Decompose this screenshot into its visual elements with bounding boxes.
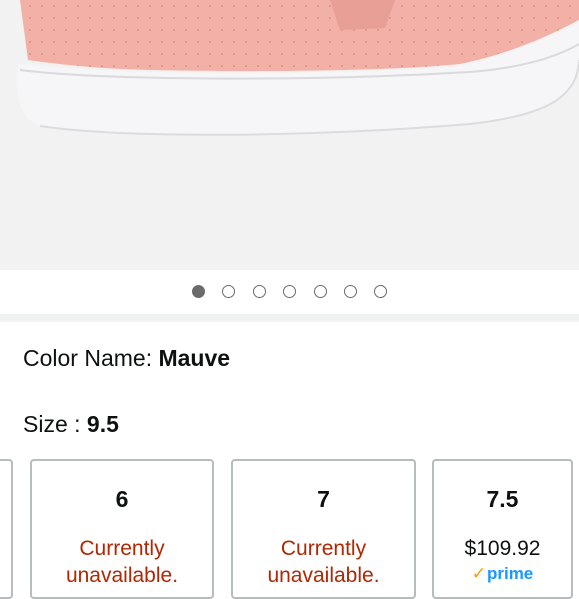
image-carousel-dots [0,270,579,314]
size-option-size: 7.5 [486,486,519,512]
size-value: 9.5 [86,411,119,437]
shoe-illustration [0,0,579,136]
size-option-card[interactable]: 7 Currently unavailable. [231,459,416,599]
carousel-dot-1[interactable] [192,285,205,298]
size-option-price: $109.92 [464,537,541,560]
carousel-dot-5[interactable] [314,285,327,298]
size-label: Size : [23,411,87,437]
carousel-dot-6[interactable] [344,285,357,298]
section-divider [0,314,579,322]
prime-badge: ✓prime [434,562,571,586]
color-name-value: Mauve [158,345,231,371]
carousel-dot-4[interactable] [283,285,296,298]
color-name-row: Color Name: Mauve [23,343,230,373]
size-option-availability: Currently unavailable. [267,537,380,587]
carousel-dot-3[interactable] [253,285,266,298]
size-option-size: 7 [317,486,330,512]
size-option-size: 6 [115,486,129,512]
product-image[interactable] [0,0,579,270]
size-option-card[interactable]: 7.5 $109.92 ✓prime [432,459,573,599]
prime-label: prime [486,564,534,583]
carousel-dot-7[interactable] [374,285,387,298]
size-option-card-partial[interactable] [0,459,13,599]
carousel-dot-2[interactable] [222,285,235,298]
color-name-label: Color Name: [23,345,159,371]
size-option-availability: Currently unavailable. [65,537,179,587]
check-icon: ✓ [471,564,486,583]
size-row: Size : 9.5 [23,409,119,439]
size-option-card[interactable]: 6 Currently unavailable. [30,459,214,599]
